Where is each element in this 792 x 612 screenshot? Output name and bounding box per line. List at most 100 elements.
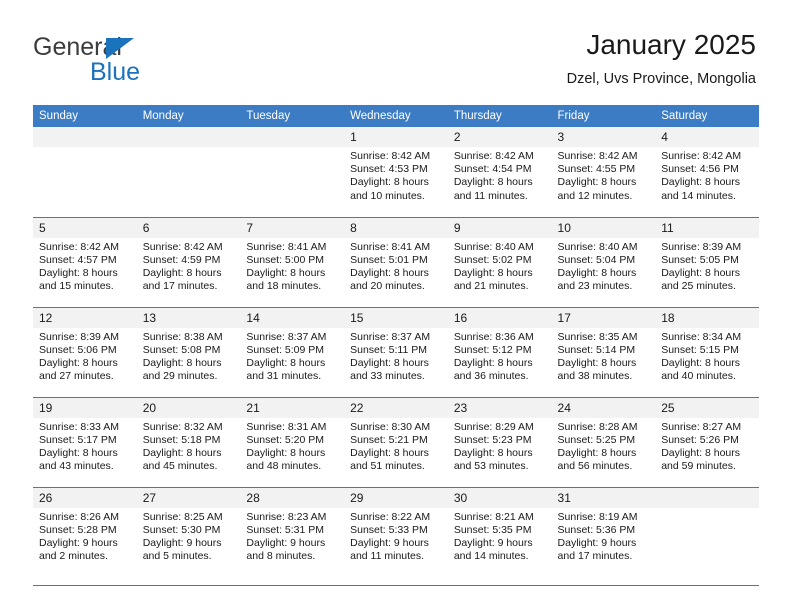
day-cell[interactable]: 15 Sunrise: 8:37 AM Sunset: 5:11 PM Dayligh… [344, 306, 448, 397]
daylight-text-line2: and 10 minutes. [350, 189, 425, 202]
day-details: Sunrise: 8:37 AM Sunset: 5:09 PM Daylight:… [240, 328, 344, 384]
calendar-body: 1 Sunrise: 8:42 AM Sunset: 4:53 PM Daylight… [33, 127, 759, 577]
logo-text-blue: Blue [90, 58, 141, 86]
day-cell[interactable]: 23 Sunrise: 8:29 AM Sunset: 5:23 PM Dayligh… [447, 396, 552, 487]
daylight-text-line1: Daylight: 8 hours [350, 266, 429, 279]
generalblue-logo[interactable]: General Blue [33, 33, 263, 89]
day-cell[interactable]: 30 Sunrise: 8:21 AM Sunset: 5:35 PM Dayligh… [447, 486, 552, 577]
day-number: 18 [655, 307, 759, 328]
sunset-text: Sunset: 5:06 PM [39, 343, 117, 356]
day-cell[interactable]: 4 Sunrise: 8:42 AM Sunset: 4:56 PM Daylight… [655, 127, 759, 217]
daylight-text-line2: and 51 minutes. [350, 460, 425, 473]
daylight-text-line1: Daylight: 8 hours [557, 266, 637, 279]
page-title: January 2025 [586, 29, 756, 60]
daylight-text-line2: and 48 minutes. [246, 460, 322, 473]
day-cell[interactable]: 6 Sunrise: 8:42 AM Sunset: 4:59 PM Daylight… [136, 216, 241, 307]
sunrise-text: Sunrise: 8:40 AM [453, 240, 534, 253]
day-cell[interactable]: 13 Sunrise: 8:38 AM Sunset: 5:08 PM Dayligh… [136, 306, 241, 397]
daylight-text-line2: and 15 minutes. [39, 280, 114, 293]
day-details: Sunrise: 8:19 AM Sunset: 5:36 PM Daylight:… [552, 508, 656, 564]
day-cell[interactable]: 12 Sunrise: 8:39 AM Sunset: 5:06 PM Dayligh… [33, 306, 137, 397]
day-cell[interactable]: 1 Sunrise: 8:42 AM Sunset: 4:53 PM Daylight… [344, 127, 448, 217]
day-cell[interactable]: 31 Sunrise: 8:19 AM Sunset: 5:36 PM Dayligh… [551, 486, 656, 577]
day-details: Sunrise: 8:42 AM Sunset: 4:56 PM Daylight:… [655, 147, 759, 203]
sunrise-text: Sunrise: 8:19 AM [557, 510, 638, 523]
day-cell[interactable]: 28 Sunrise: 8:23 AM Sunset: 5:31 PM Dayligh… [240, 486, 345, 577]
sunrise-text: Sunrise: 8:37 AM [350, 330, 431, 343]
sunrise-text: Sunrise: 8:32 AM [142, 420, 223, 433]
day-number: 3 [551, 127, 656, 147]
day-cell[interactable]: 19 Sunrise: 8:33 AM Sunset: 5:17 PM Dayligh… [33, 396, 137, 487]
sunset-text: Sunset: 5:35 PM [453, 523, 532, 536]
daylight-text-line2: and 18 minutes. [246, 280, 322, 293]
weekday-header-wednesday: Wednesday [344, 105, 448, 127]
day-cell[interactable] [136, 127, 241, 217]
daylight-text-line1: Daylight: 8 hours [661, 266, 741, 279]
daylight-text-line1: Daylight: 8 hours [453, 266, 533, 279]
day-cell[interactable]: 18 Sunrise: 8:34 AM Sunset: 5:15 PM Dayligh… [655, 306, 759, 397]
sunset-text: Sunset: 5:14 PM [557, 343, 636, 356]
day-cell[interactable]: 8 Sunrise: 8:41 AM Sunset: 5:01 PM Daylight… [344, 216, 448, 307]
sunset-text: Sunset: 4:53 PM [350, 163, 428, 176]
day-cell[interactable]: 7 Sunrise: 8:41 AM Sunset: 5:00 PM Daylight… [240, 216, 345, 307]
day-cell[interactable] [240, 127, 345, 217]
day-details: Sunrise: 8:38 AM Sunset: 5:08 PM Daylight:… [137, 328, 241, 384]
daylight-text-line2: and 40 minutes. [661, 370, 736, 383]
sunrise-text: Sunrise: 8:35 AM [557, 330, 638, 343]
calendar-header-row: Sunday Monday Tuesday Wednesday Thursday… [33, 105, 759, 127]
daylight-text-line2: and 17 minutes. [557, 550, 633, 563]
day-cell[interactable] [33, 127, 137, 217]
day-cell[interactable]: 3 Sunrise: 8:42 AM Sunset: 4:55 PM Daylight… [551, 127, 656, 217]
day-cell[interactable]: 20 Sunrise: 8:32 AM Sunset: 5:18 PM Dayligh… [136, 396, 241, 487]
weekday-header-sunday: Sunday [33, 105, 137, 127]
day-details: Sunrise: 8:42 AM Sunset: 4:55 PM Daylight:… [552, 147, 656, 203]
day-details: Sunrise: 8:42 AM Sunset: 4:54 PM Daylight:… [448, 147, 552, 203]
day-cell[interactable]: 5 Sunrise: 8:42 AM Sunset: 4:57 PM Daylight… [33, 216, 137, 307]
daylight-text-line2: and 56 minutes. [557, 460, 633, 473]
weekday-header-tuesday: Tuesday [240, 105, 345, 127]
day-details: Sunrise: 8:32 AM Sunset: 5:18 PM Daylight:… [137, 418, 241, 474]
day-number: 4 [655, 127, 759, 147]
day-number: 8 [344, 217, 448, 238]
day-details: Sunrise: 8:42 AM Sunset: 4:57 PM Daylight:… [33, 238, 137, 294]
day-cell[interactable]: 25 Sunrise: 8:27 AM Sunset: 5:26 PM Dayligh… [655, 396, 759, 487]
day-number: 11 [655, 217, 759, 238]
day-details: Sunrise: 8:42 AM Sunset: 4:53 PM Daylight:… [344, 147, 448, 203]
sunrise-text: Sunrise: 8:21 AM [453, 510, 534, 523]
sunset-text: Sunset: 5:25 PM [557, 433, 636, 446]
day-cell[interactable]: 10 Sunrise: 8:40 AM Sunset: 5:04 PM Dayligh… [551, 216, 656, 307]
day-cell[interactable]: 9 Sunrise: 8:40 AM Sunset: 5:02 PM Daylight… [447, 216, 552, 307]
day-cell[interactable]: 26 Sunrise: 8:26 AM Sunset: 5:28 PM Dayligh… [33, 486, 137, 577]
daylight-text-line1: Daylight: 8 hours [142, 356, 222, 369]
day-cell[interactable]: 16 Sunrise: 8:36 AM Sunset: 5:12 PM Dayligh… [447, 306, 552, 397]
day-cell[interactable]: 14 Sunrise: 8:37 AM Sunset: 5:09 PM Dayligh… [240, 306, 345, 397]
sunrise-text: Sunrise: 8:36 AM [453, 330, 534, 343]
sunset-text: Sunset: 5:15 PM [661, 343, 739, 356]
daylight-text-line1: Daylight: 9 hours [142, 536, 222, 549]
day-cell[interactable]: 17 Sunrise: 8:35 AM Sunset: 5:14 PM Dayligh… [551, 306, 656, 397]
sunset-text: Sunset: 4:59 PM [142, 253, 221, 266]
day-number: 13 [136, 307, 241, 328]
daylight-text-line2: and 59 minutes. [661, 460, 736, 473]
blue-triangle-icon [106, 38, 134, 59]
sunset-text: Sunset: 5:21 PM [350, 433, 428, 446]
day-cell[interactable]: 27 Sunrise: 8:25 AM Sunset: 5:30 PM Dayligh… [136, 486, 241, 577]
day-cell[interactable] [655, 486, 759, 577]
day-number: 5 [33, 217, 137, 238]
day-number: 2 [447, 127, 552, 147]
day-number: 1 [344, 127, 448, 147]
sunset-text: Sunset: 4:56 PM [661, 163, 739, 176]
sunset-text: Sunset: 5:26 PM [661, 433, 739, 446]
day-number [136, 127, 241, 147]
day-cell[interactable]: 24 Sunrise: 8:28 AM Sunset: 5:25 PM Dayligh… [551, 396, 656, 487]
week-row: 1 Sunrise: 8:42 AM Sunset: 4:53 PM Daylight… [33, 127, 759, 217]
day-cell[interactable]: 2 Sunrise: 8:42 AM Sunset: 4:54 PM Daylight… [447, 127, 552, 217]
day-number: 15 [344, 307, 448, 328]
day-cell[interactable]: 29 Sunrise: 8:22 AM Sunset: 5:33 PM Dayligh… [344, 486, 448, 577]
sunset-text: Sunset: 5:08 PM [142, 343, 221, 356]
daylight-text-line2: and 43 minutes. [39, 460, 114, 473]
day-cell[interactable]: 11 Sunrise: 8:39 AM Sunset: 5:05 PM Dayligh… [655, 216, 759, 307]
day-cell[interactable]: 21 Sunrise: 8:31 AM Sunset: 5:20 PM Dayligh… [240, 396, 345, 487]
sunset-text: Sunset: 5:01 PM [350, 253, 428, 266]
day-cell[interactable]: 22 Sunrise: 8:30 AM Sunset: 5:21 PM Dayligh… [344, 396, 448, 487]
